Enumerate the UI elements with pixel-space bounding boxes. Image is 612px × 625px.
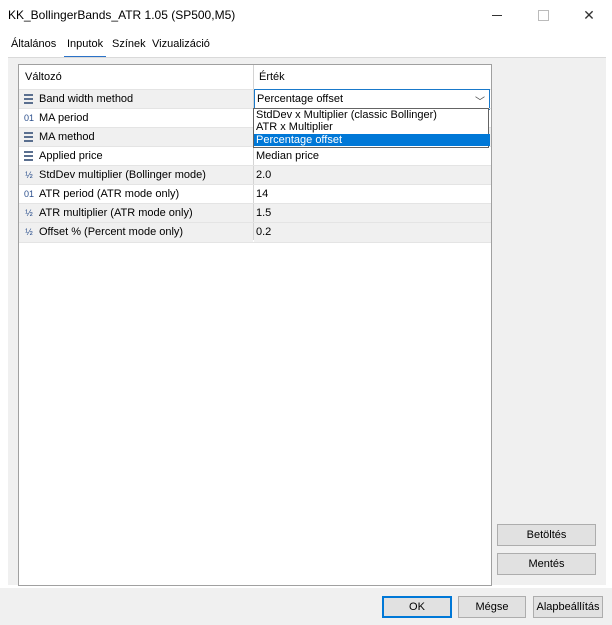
- tab-inputok[interactable]: Inputok: [64, 36, 107, 58]
- cell-value[interactable]: Median price: [254, 147, 491, 166]
- reset-defaults-button[interactable]: Alapbeállítás: [533, 596, 603, 618]
- enum-icon: [23, 150, 33, 162]
- double-icon: ½: [25, 208, 33, 218]
- table-row-applied-price[interactable]: Applied price Median price: [19, 146, 491, 166]
- cell-variable: Applied price: [19, 147, 253, 166]
- grid-header: Változó Érték: [19, 65, 491, 89]
- cell-variable: ½ ATR multiplier (ATR mode only): [19, 204, 253, 223]
- minimize-icon: [492, 14, 502, 16]
- cell-value[interactable]: 1.5: [254, 204, 491, 223]
- tab-altalanos[interactable]: Általános: [8, 36, 59, 56]
- load-button[interactable]: Betöltés: [497, 524, 596, 546]
- close-icon: ✕: [583, 6, 595, 23]
- row-label: Band width method: [39, 93, 134, 105]
- column-header-value[interactable]: Érték: [259, 71, 285, 83]
- row-label: MA method: [39, 131, 95, 143]
- row-value: 0.2: [256, 226, 272, 238]
- save-button[interactable]: Mentés: [497, 553, 596, 575]
- band-width-method-select[interactable]: Percentage offset ﹀: [254, 89, 490, 110]
- row-label: Offset % (Percent mode only): [39, 226, 184, 238]
- cell-variable: 01 MA period: [19, 109, 253, 128]
- double-icon: ½: [25, 227, 33, 237]
- chevron-down-icon[interactable]: ﹀: [475, 93, 485, 108]
- dropdown-option-stddev[interactable]: StdDev x Multiplier (classic Bollinger): [254, 109, 490, 121]
- row-label: ATR period (ATR mode only): [39, 188, 180, 200]
- row-value: 14: [256, 188, 269, 200]
- band-width-method-dropdown-list: StdDev x Multiplier (classic Bollinger) …: [253, 108, 490, 148]
- dropdown-option-atr[interactable]: ATR x Multiplier: [254, 121, 490, 133]
- table-row-stddev-multiplier[interactable]: ½ StdDev multiplier (Bollinger mode) 2.0: [19, 165, 491, 185]
- cell-variable: Band width method: [19, 90, 253, 109]
- enum-icon: [23, 131, 33, 143]
- cell-variable: 01 ATR period (ATR mode only): [19, 185, 253, 204]
- ok-button[interactable]: OK: [382, 596, 452, 618]
- enum-icon: [23, 93, 33, 105]
- tab-vizualizacio[interactable]: Vizualizáció: [149, 36, 213, 56]
- window-title: KK_BollingerBands_ATR 1.05 (SP500,M5): [8, 8, 236, 22]
- minimize-button[interactable]: [474, 0, 520, 30]
- cell-value[interactable]: 0.2: [254, 223, 491, 242]
- table-row-offset-percent[interactable]: ½ Offset % (Percent mode only) 0.2: [19, 222, 491, 243]
- integer-icon: 01: [23, 113, 34, 123]
- cancel-button[interactable]: Mégse: [458, 596, 526, 618]
- row-label: Applied price: [39, 150, 103, 162]
- row-label: StdDev multiplier (Bollinger mode): [39, 169, 206, 181]
- cell-value[interactable]: 2.0: [254, 166, 491, 185]
- row-value: 2.0: [256, 169, 272, 181]
- title-bar: KK_BollingerBands_ATR 1.05 (SP500,M5) ✕: [0, 0, 612, 30]
- row-label: ATR multiplier (ATR mode only): [39, 207, 193, 219]
- row-value: Median price: [256, 150, 319, 162]
- cell-variable: ½ StdDev multiplier (Bollinger mode): [19, 166, 253, 185]
- tab-szinek[interactable]: Színek: [109, 36, 149, 56]
- table-row-atr-multiplier[interactable]: ½ ATR multiplier (ATR mode only) 1.5: [19, 203, 491, 223]
- cell-variable: ½ Offset % (Percent mode only): [19, 223, 253, 242]
- row-value: 1.5: [256, 207, 272, 219]
- row-label: MA period: [39, 112, 89, 124]
- column-header-variable[interactable]: Változó: [25, 71, 62, 83]
- double-icon: ½: [25, 170, 33, 180]
- integer-icon: 01: [23, 189, 34, 199]
- cell-variable: MA method: [19, 128, 253, 147]
- select-value: Percentage offset: [257, 93, 344, 105]
- maximize-button[interactable]: [520, 0, 566, 30]
- maximize-icon: [537, 9, 549, 21]
- dropdown-option-percentage[interactable]: Percentage offset: [254, 134, 490, 146]
- table-row-band-width-method[interactable]: Band width method Percentage offset ﹀: [19, 89, 491, 110]
- table-row-atr-period[interactable]: 01 ATR period (ATR mode only) 14: [19, 184, 491, 204]
- close-button[interactable]: ✕: [566, 0, 612, 30]
- cell-value[interactable]: 14: [254, 185, 491, 204]
